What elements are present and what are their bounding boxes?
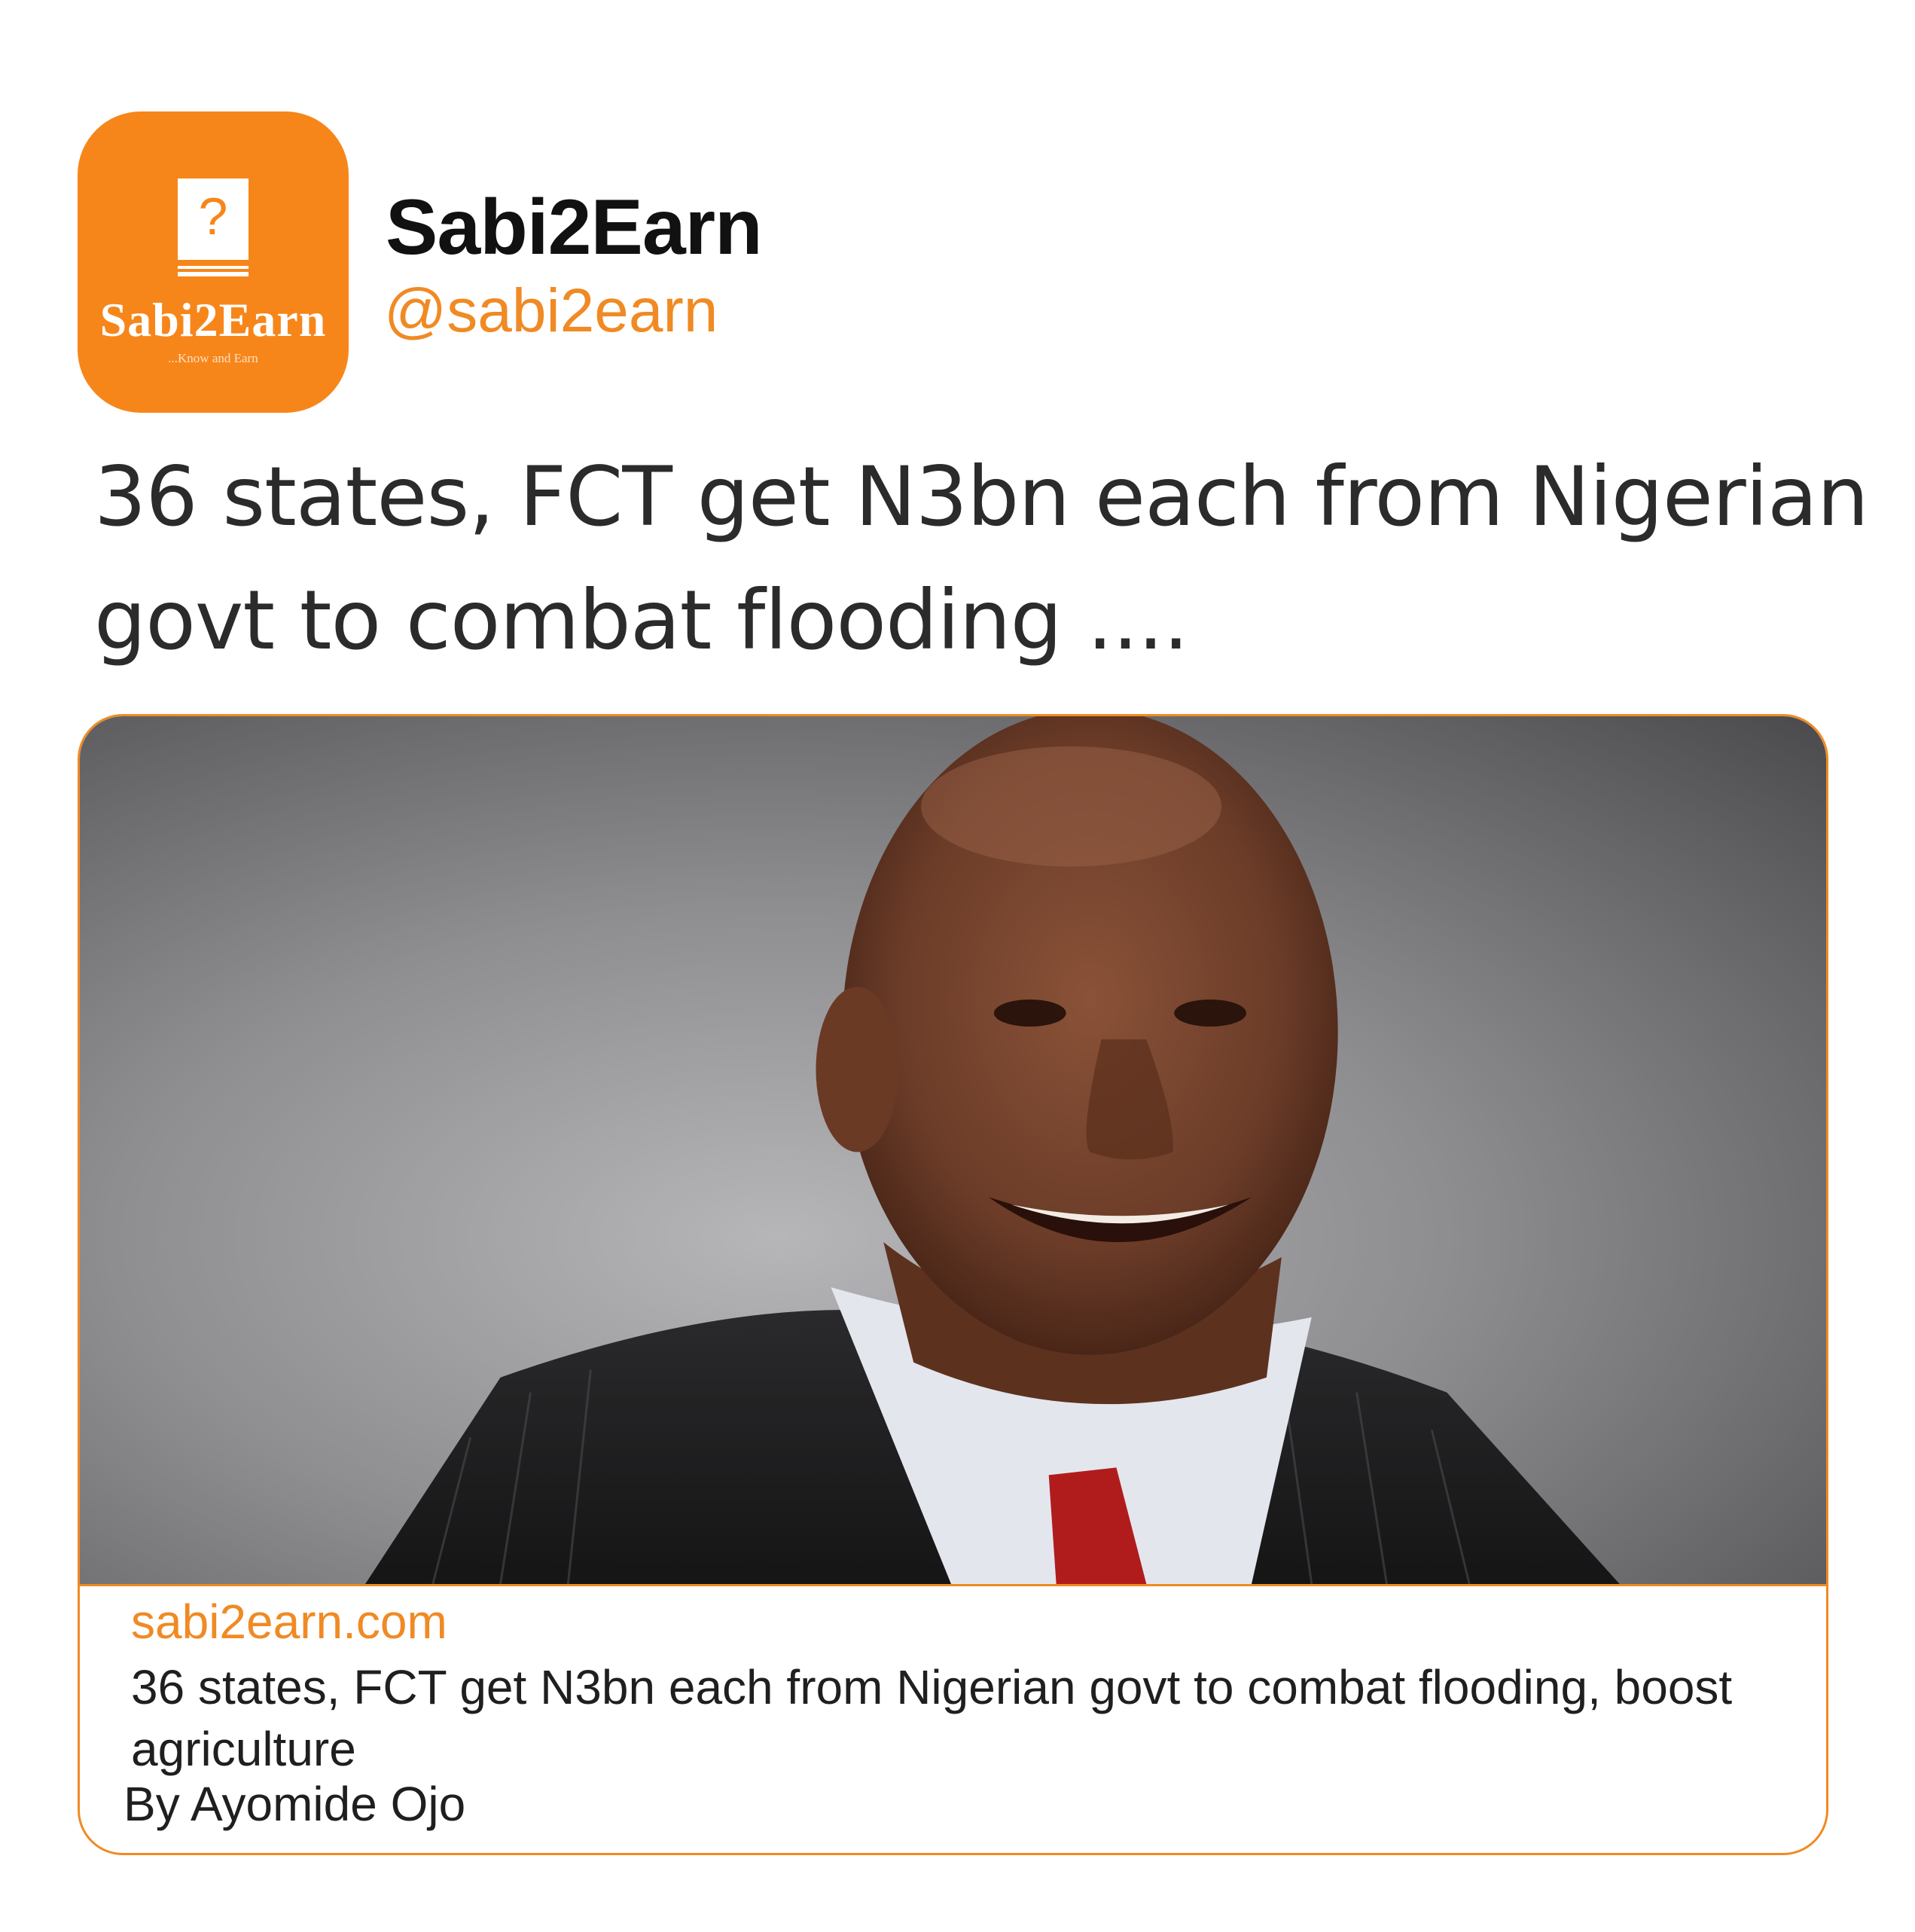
card-portrait-image[interactable]	[80, 716, 1826, 1586]
card-title[interactable]: 36 states, FCT get N3bn each from Nigeri…	[131, 1656, 1750, 1780]
card-byline: By Ayomide Ojo	[123, 1777, 466, 1831]
avatar-logo-tagline: ...Know and Earn	[168, 350, 258, 365]
question-book-icon: ?	[178, 178, 249, 276]
account-avatar[interactable]: ? Sabi2Earn ...Know and Earn	[78, 111, 349, 413]
portrait-photo	[365, 716, 1620, 1584]
card-domain[interactable]: sabi2earn.com	[131, 1598, 447, 1646]
account-display-name[interactable]: Sabi2Earn	[386, 188, 763, 267]
svg-text:?: ?	[199, 187, 228, 246]
avatar-logo-word: Sabi2Earn	[99, 292, 327, 346]
account-handle[interactable]: @sabi2earn	[384, 280, 718, 342]
link-preview-card[interactable]: sabi2earn.com 36 states, FCT get N3bn ea…	[78, 714, 1828, 1855]
tweet-text: 36 states, FCT get N3bn each from Nigeri…	[94, 449, 1869, 668]
